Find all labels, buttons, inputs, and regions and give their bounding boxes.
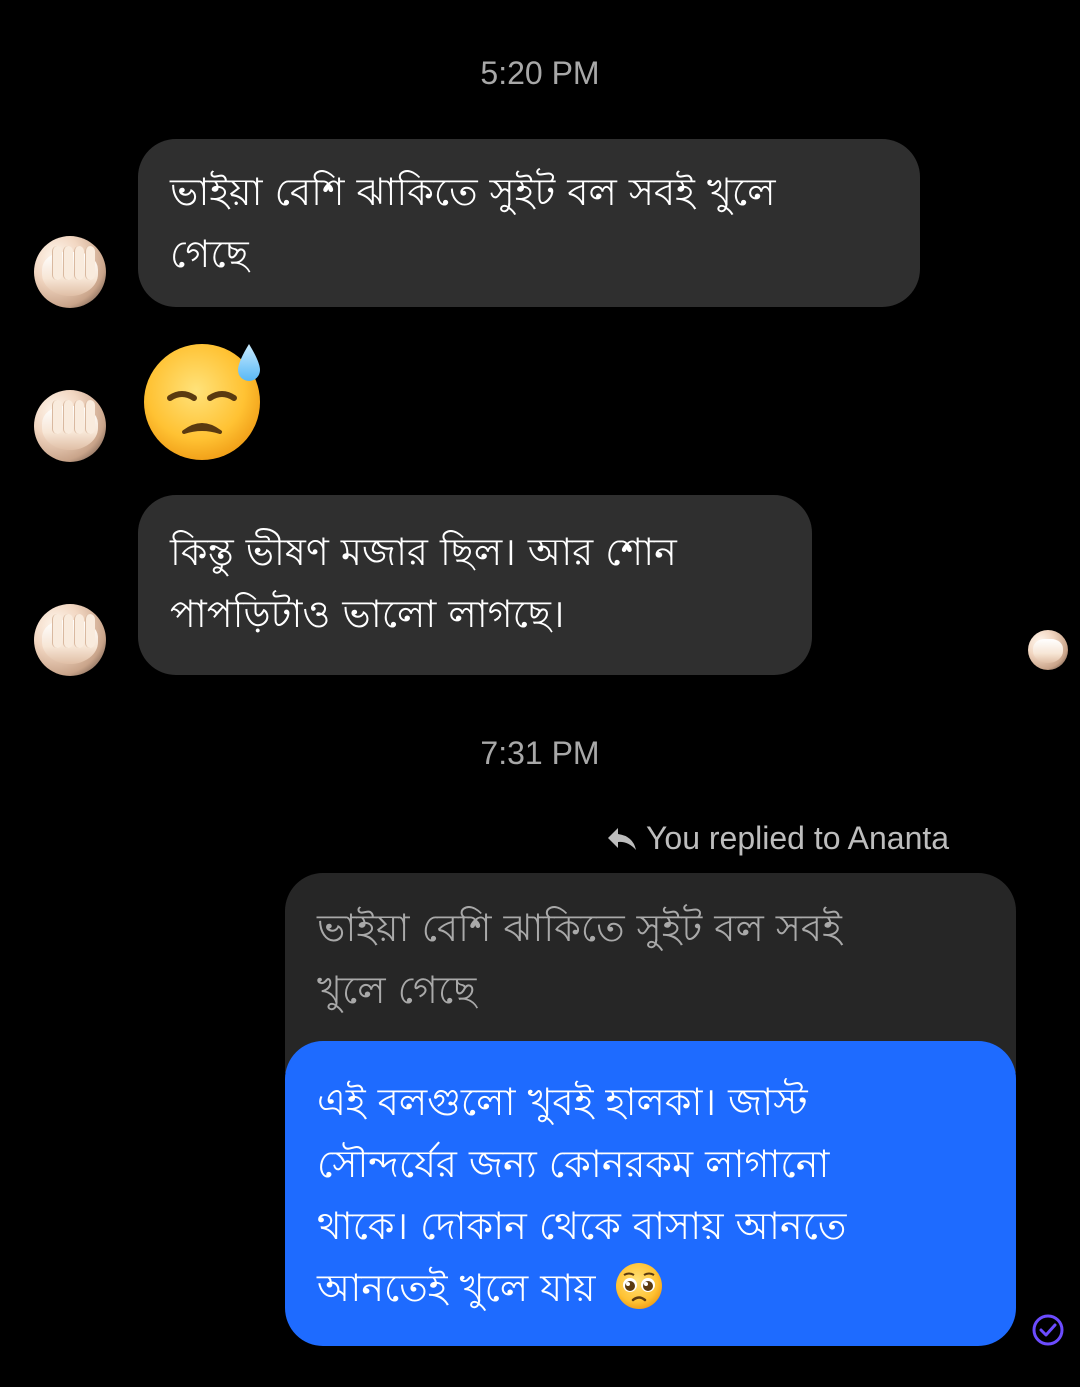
quoted-text-line: খুলে গেছে xyxy=(317,968,477,1012)
received-message-bubble[interactable]: কিন্তু ভীষণ মজার ছিল। আর শোন পাপড়িটাও ভ… xyxy=(138,495,812,675)
message-text-line: আনতেই খুলে যায় xyxy=(317,1257,984,1319)
avatar[interactable] xyxy=(34,236,106,308)
reply-label-text: You replied to Ananta xyxy=(646,820,950,856)
message-text-line: পাপড়িটাও ভালো লাগছে। xyxy=(170,592,565,636)
message-text-line: গেছে xyxy=(170,232,249,276)
received-message-bubble[interactable]: ভাইয়া বেশি ঝাকিতে সুইট বল সবই খুলে গেছে xyxy=(138,139,920,307)
message-text-line: থাকে। দোকান থেকে বাসায় আনতে xyxy=(317,1204,847,1248)
downcast-face-with-sweat-icon[interactable] xyxy=(142,340,266,464)
avatar[interactable] xyxy=(34,390,106,462)
seen-avatar xyxy=(1028,630,1068,670)
message-text-line: এই বলগুলো খুবই হালকা। জাস্ট xyxy=(317,1080,808,1124)
message-text-line: ভাইয়া বেশি ঝাকিতে সুইট বল সবই খুলে xyxy=(170,170,776,214)
avatar[interactable] xyxy=(34,604,106,676)
quoted-text-line: ভাইয়া বেশি ঝাকিতে সুইট বল সবই xyxy=(317,906,842,950)
reply-arrow-icon xyxy=(608,828,636,850)
message-text-line: সৌন্দর্যের জন্য কোনরকম লাগানো xyxy=(317,1142,830,1186)
read-check-icon xyxy=(1031,1313,1065,1347)
pleading-face-icon xyxy=(615,1263,662,1309)
timestamp: 7:31 PM xyxy=(480,735,600,771)
timestamp: 5:20 PM xyxy=(480,55,600,91)
sent-message-bubble[interactable]: এই বলগুলো খুবই হালকা। জাস্ট সৌন্দর্যের জ… xyxy=(285,1041,1016,1346)
reply-label: You replied to Ananta xyxy=(606,820,949,857)
message-text-line: কিন্তু ভীষণ মজার ছিল। আর শোন xyxy=(170,530,677,574)
